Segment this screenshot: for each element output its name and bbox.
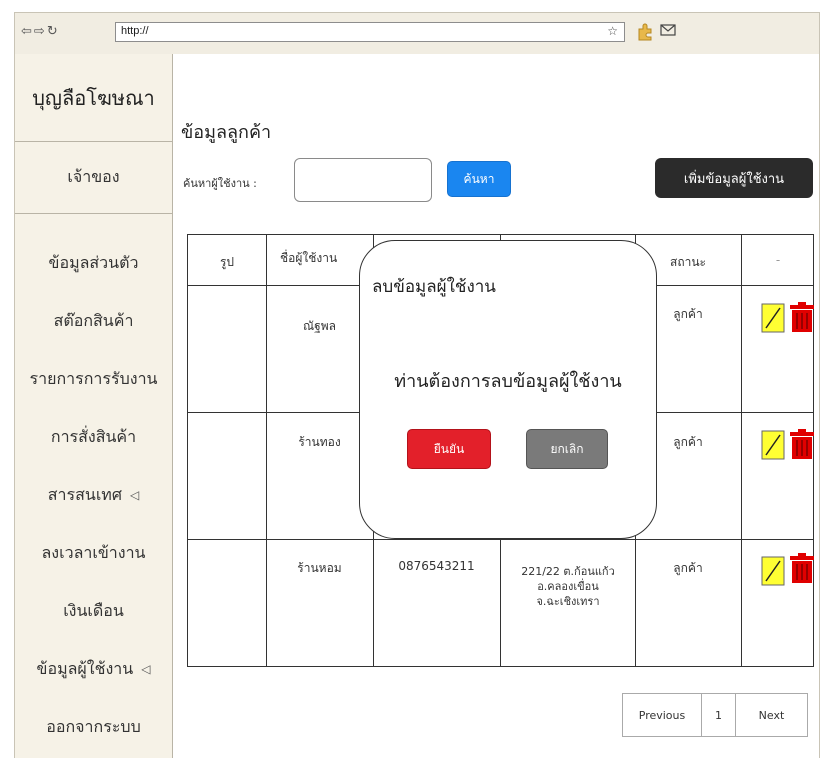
trash-icon[interactable] bbox=[789, 428, 815, 460]
sidebar-menu: ข้อมูลส่วนตัว สต๊อกสินค้า รายการการรับงา… bbox=[15, 214, 172, 756]
url-text: http:// bbox=[121, 25, 149, 37]
header-photo: รูป bbox=[219, 255, 235, 269]
header-username: ชื่อผู้ใช้งาน bbox=[280, 251, 338, 265]
delete-user-dialog: ลบข้อมูลผู้ใช้งาน ท่านต้องการลบข้อมูลผู้… bbox=[359, 240, 657, 539]
sidebar: บุญลือโฆษณา เจ้าของ ข้อมูลส่วนตัว สต๊อกส… bbox=[15, 54, 173, 758]
row-divider bbox=[188, 539, 813, 540]
sidebar-item-stock[interactable]: สต๊อกสินค้า bbox=[15, 292, 172, 350]
sidebar-item-label: การสั่งสินค้า bbox=[50, 426, 137, 446]
refresh-icon[interactable]: ↻ bbox=[47, 24, 60, 39]
sidebar-item-label: ออกจากระบบ bbox=[46, 716, 141, 736]
pagination: Previous 1 Next bbox=[622, 693, 808, 737]
cell-status: ลูกค้า bbox=[673, 561, 703, 575]
browser-nav: ⇦⇨↻ bbox=[21, 24, 60, 39]
browser-toolbar: ⇦⇨↻ http:// ☆ bbox=[14, 12, 820, 54]
sidebar-item-label: รายการการรับงาน bbox=[29, 368, 158, 388]
add-user-button[interactable]: เพิ่มข้อมูลผู้ใช้งาน bbox=[655, 158, 813, 198]
expand-arrow-icon: ◁ bbox=[129, 488, 140, 502]
sidebar-item-label: ข้อมูลผู้ใช้งาน bbox=[36, 658, 134, 678]
cell-username: ณัฐพล bbox=[302, 319, 337, 333]
sidebar-item-label: เงินเดือน bbox=[63, 600, 124, 620]
back-arrow-icon[interactable]: ⇦ bbox=[21, 24, 34, 39]
cell-username: ร้านหอม bbox=[297, 561, 342, 575]
sidebar-item-label: ลงเวลาเข้างาน bbox=[41, 542, 146, 562]
cell-phone: 0876543211 bbox=[398, 559, 475, 573]
confirm-button[interactable]: ยืนยัน bbox=[407, 429, 491, 469]
trash-icon[interactable] bbox=[789, 301, 815, 333]
dialog-message: ท่านต้องการลบข้อมูลผู้ใช้งาน bbox=[394, 371, 622, 392]
sidebar-item-user-data[interactable]: ข้อมูลผู้ใช้งาน ◁ bbox=[15, 640, 172, 698]
sidebar-item-salary[interactable]: เงินเดือน bbox=[15, 582, 172, 640]
dialog-title: ลบข้อมูลผู้ใช้งาน bbox=[372, 277, 496, 297]
star-icon[interactable]: ☆ bbox=[607, 24, 618, 38]
page-number-button[interactable]: 1 bbox=[701, 694, 735, 736]
sidebar-item-personal-info[interactable]: ข้อมูลส่วนตัว bbox=[15, 234, 172, 292]
next-button[interactable]: Next bbox=[735, 694, 807, 736]
sidebar-item-label: สต๊อกสินค้า bbox=[53, 310, 134, 330]
trash-icon[interactable] bbox=[789, 552, 815, 584]
forward-arrow-icon[interactable]: ⇨ bbox=[34, 24, 47, 39]
brand-title: บุญลือโฆษณา bbox=[15, 54, 172, 142]
header-actions: - bbox=[775, 253, 781, 267]
sidebar-item-orders[interactable]: การสั่งสินค้า bbox=[15, 408, 172, 466]
cell-username: ร้านทอง bbox=[298, 435, 341, 449]
edit-icon[interactable] bbox=[761, 430, 785, 460]
owner-label[interactable]: เจ้าของ bbox=[15, 142, 172, 214]
sidebar-item-information[interactable]: สารสนเทศ ◁ bbox=[15, 466, 172, 524]
search-button[interactable]: ค้นหา bbox=[447, 161, 511, 197]
sidebar-item-time-attendance[interactable]: ลงเวลาเข้างาน bbox=[15, 524, 172, 582]
url-bar[interactable]: http:// ☆ bbox=[115, 22, 625, 42]
mail-icon[interactable] bbox=[660, 23, 676, 37]
edit-icon[interactable] bbox=[761, 303, 785, 333]
previous-button[interactable]: Previous bbox=[623, 694, 701, 736]
sidebar-item-job-list[interactable]: รายการการรับงาน bbox=[15, 350, 172, 408]
page-title: ข้อมูลลูกค้า bbox=[181, 122, 272, 143]
page-frame: บุญลือโฆษณา เจ้าของ ข้อมูลส่วนตัว สต๊อกส… bbox=[14, 54, 820, 758]
sidebar-item-logout[interactable]: ออกจากระบบ bbox=[15, 698, 172, 756]
sidebar-item-label: ข้อมูลส่วนตัว bbox=[48, 252, 139, 272]
sidebar-item-label: สารสนเทศ bbox=[47, 484, 122, 504]
cancel-button[interactable]: ยกเลิก bbox=[526, 429, 608, 469]
search-label: ค้นหาผู้ใช้งาน : bbox=[183, 177, 257, 190]
expand-arrow-icon: ◁ bbox=[141, 662, 151, 676]
col-divider bbox=[741, 235, 742, 666]
cell-address: 221/22 ต.ก้อนแก้ว อ.คลองเขื่อน จ.ฉะเชิงเ… bbox=[521, 565, 615, 608]
extension-icon[interactable] bbox=[635, 21, 655, 41]
search-input[interactable] bbox=[294, 158, 432, 202]
edit-icon[interactable] bbox=[761, 556, 785, 586]
